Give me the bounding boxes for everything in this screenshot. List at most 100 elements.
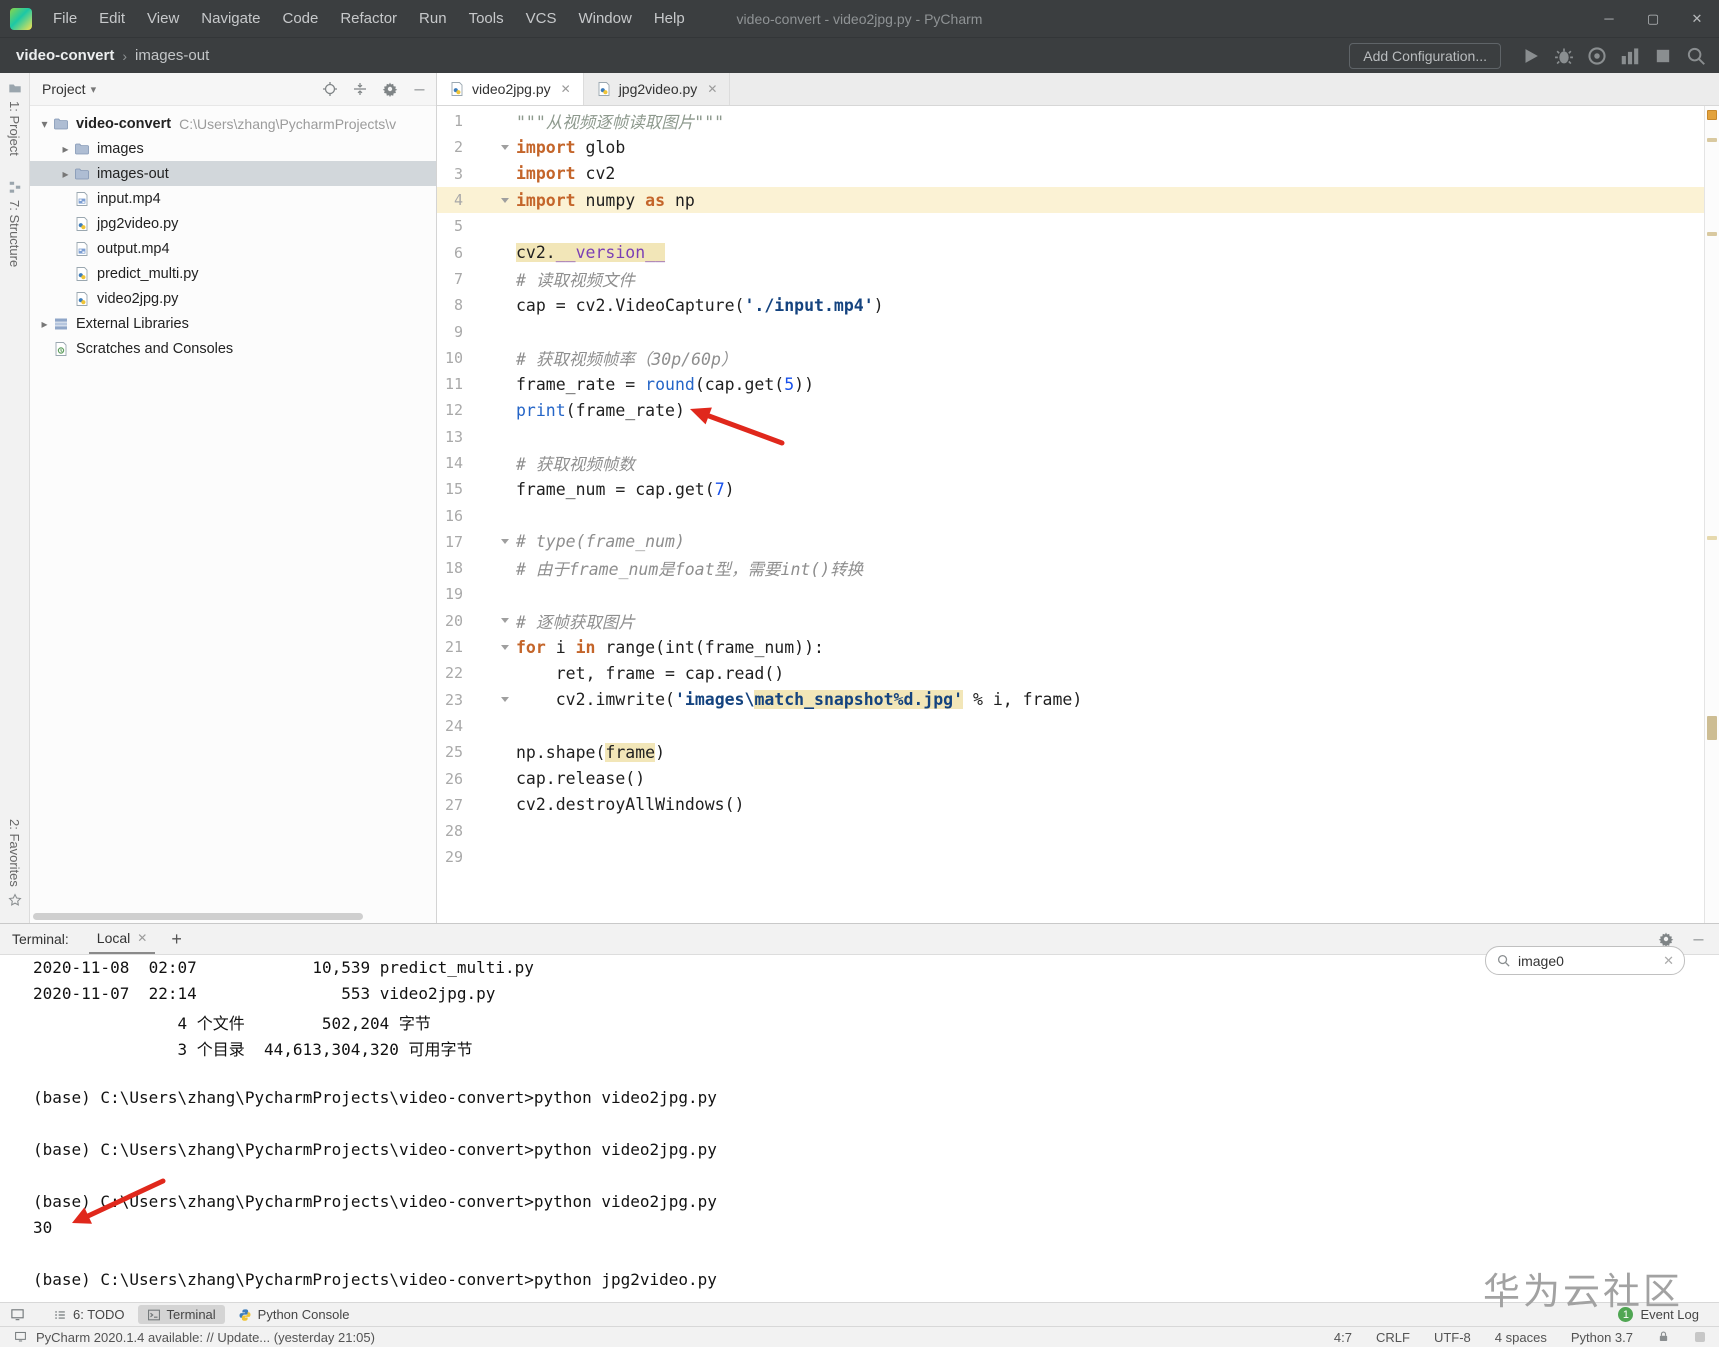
tree-item-output-mp4[interactable]: output.mp4	[30, 236, 436, 261]
tree-item-video2jpg-py[interactable]: video2jpg.py	[30, 286, 436, 311]
line-number[interactable]: 7	[437, 270, 463, 288]
toolwindow-6-todo[interactable]: 6: TODO	[44, 1305, 134, 1324]
tree-arrow-icon[interactable]: ▸	[57, 142, 74, 156]
close-icon[interactable]: ✕	[707, 82, 717, 96]
line-number[interactable]: 20	[437, 612, 463, 630]
line-number[interactable]: 9	[437, 323, 463, 341]
close-icon[interactable]: ✕	[561, 82, 571, 96]
fold-marker[interactable]	[463, 618, 516, 624]
line-number[interactable]: 5	[437, 217, 463, 235]
fold-marker[interactable]	[463, 644, 516, 650]
tree-item-images-out[interactable]: ▸ images-out	[30, 161, 436, 186]
debug-icon[interactable]	[1553, 45, 1575, 67]
coverage-icon[interactable]	[1586, 45, 1608, 67]
status-message[interactable]: PyCharm 2020.1.4 available: // Update...…	[36, 1330, 375, 1345]
project-hscrollbar[interactable]	[33, 913, 363, 920]
line-number[interactable]: 21	[437, 638, 463, 656]
code-editor[interactable]: 1 """从视频逐帧读取图片""" 2 import glob 3 import cv2 4…	[437, 106, 1719, 923]
line-number[interactable]: 8	[437, 296, 463, 314]
fold-marker[interactable]	[463, 144, 516, 150]
tree-item-predict-multi-py[interactable]: predict_multi.py	[30, 261, 436, 286]
line-number[interactable]: 6	[437, 244, 463, 262]
line-number[interactable]: 15	[437, 480, 463, 498]
line-number[interactable]: 2	[437, 138, 463, 156]
tree-item-scratches-and-consoles[interactable]: Scratches and Consoles	[30, 336, 436, 361]
tree-item-jpg2video-py[interactable]: jpg2video.py	[30, 211, 436, 236]
line-number[interactable]: 17	[437, 533, 463, 551]
menu-code[interactable]: Code	[271, 0, 329, 37]
gear-icon[interactable]	[1657, 931, 1674, 948]
menu-window[interactable]: Window	[567, 0, 642, 37]
line-number[interactable]: 14	[437, 454, 463, 472]
minimize-icon[interactable]: ─	[1587, 0, 1631, 37]
line-number[interactable]: 27	[437, 796, 463, 814]
line-number[interactable]: 4	[437, 191, 463, 209]
line-number[interactable]: 11	[437, 375, 463, 393]
gear-icon[interactable]	[381, 81, 398, 98]
fold-marker[interactable]	[463, 197, 516, 203]
menu-tools[interactable]: Tools	[458, 0, 515, 37]
lock-icon[interactable]	[1657, 1330, 1671, 1344]
terminal-search-box[interactable]: ✕	[1485, 946, 1685, 975]
line-number[interactable]: 1	[437, 112, 463, 130]
status-4-spaces[interactable]: 4 spaces	[1495, 1330, 1547, 1345]
line-number[interactable]: 22	[437, 664, 463, 682]
terminal-search-input[interactable]	[1518, 952, 1657, 969]
menu-help[interactable]: Help	[643, 0, 696, 37]
tab-jpg2video-py[interactable]: jpg2video.py ✕	[584, 73, 731, 105]
line-number[interactable]: 28	[437, 822, 463, 840]
minimize-icon[interactable]: ─	[1690, 931, 1707, 948]
stripe-item-7-structure[interactable]: 7: Structure	[7, 180, 22, 267]
line-number[interactable]: 25	[437, 743, 463, 761]
line-number[interactable]: 12	[437, 401, 463, 419]
search-icon[interactable]	[1685, 45, 1707, 67]
menu-navigate[interactable]: Navigate	[190, 0, 271, 37]
menu-file[interactable]: File	[42, 0, 88, 37]
line-number[interactable]: 3	[437, 165, 463, 183]
status-python-3-7[interactable]: Python 3.7	[1571, 1330, 1633, 1345]
line-number[interactable]: 13	[437, 428, 463, 446]
tree-item-input-mp4[interactable]: input.mp4	[30, 186, 436, 211]
tree-arrow-icon[interactable]: ▸	[36, 317, 53, 331]
event-log-button[interactable]: Event Log	[1640, 1307, 1699, 1322]
line-number[interactable]: 18	[437, 559, 463, 577]
menu-run[interactable]: Run	[408, 0, 458, 37]
stop-icon[interactable]	[1652, 45, 1674, 67]
tree-arrow-icon[interactable]: ▾	[36, 117, 53, 131]
project-panel-title[interactable]: Project	[42, 81, 86, 97]
restore-windows-icon[interactable]	[14, 1330, 28, 1344]
tab-video2jpg-py[interactable]: video2jpg.py ✕	[437, 73, 584, 105]
toolwindow-terminal[interactable]: Terminal	[137, 1305, 225, 1324]
new-session-icon[interactable]: +	[159, 929, 194, 950]
tree-arrow-icon[interactable]: ▸	[57, 167, 74, 181]
line-number[interactable]: 23	[437, 691, 463, 709]
line-number[interactable]: 26	[437, 770, 463, 788]
status-utf-8[interactable]: UTF-8	[1434, 1330, 1471, 1345]
editor-scrollbar[interactable]	[1704, 106, 1719, 923]
fold-marker[interactable]	[463, 539, 516, 545]
menu-view[interactable]: View	[136, 0, 190, 37]
tree-item-video-convert[interactable]: ▾ video-convert C:\Users\zhang\PycharmProj…	[30, 111, 436, 136]
run-icon[interactable]	[1520, 45, 1542, 67]
fold-marker[interactable]	[463, 697, 516, 703]
restore-windows-icon[interactable]	[10, 1307, 26, 1323]
tree-item-images[interactable]: ▸ images	[30, 136, 436, 161]
menu-refactor[interactable]: Refactor	[329, 0, 408, 37]
breadcrumb-folder[interactable]: images-out	[135, 47, 209, 64]
background-tasks-icon[interactable]	[1695, 1332, 1705, 1342]
status-crlf[interactable]: CRLF	[1376, 1330, 1410, 1345]
breadcrumb-project[interactable]: video-convert	[16, 47, 114, 64]
toolwindow-python-console[interactable]: Python Console	[229, 1305, 359, 1324]
close-icon[interactable]: ✕	[1663, 953, 1674, 969]
stripe-item-1-project[interactable]: 1: Project	[7, 81, 22, 156]
locate-icon[interactable]	[321, 81, 338, 98]
tree-item-external-libraries[interactable]: ▸ External Libraries	[30, 311, 436, 336]
menu-edit[interactable]: Edit	[88, 0, 136, 37]
terminal-output[interactable]: 2020-11-08 02:07 10,539 predict_multi.py…	[0, 955, 1719, 1302]
line-number[interactable]: 19	[437, 585, 463, 603]
line-number[interactable]: 16	[437, 507, 463, 525]
line-number[interactable]: 24	[437, 717, 463, 735]
add-configuration-button[interactable]: Add Configuration...	[1349, 42, 1501, 69]
profiler-icon[interactable]	[1619, 45, 1641, 67]
close-icon[interactable]: ✕	[137, 931, 147, 945]
